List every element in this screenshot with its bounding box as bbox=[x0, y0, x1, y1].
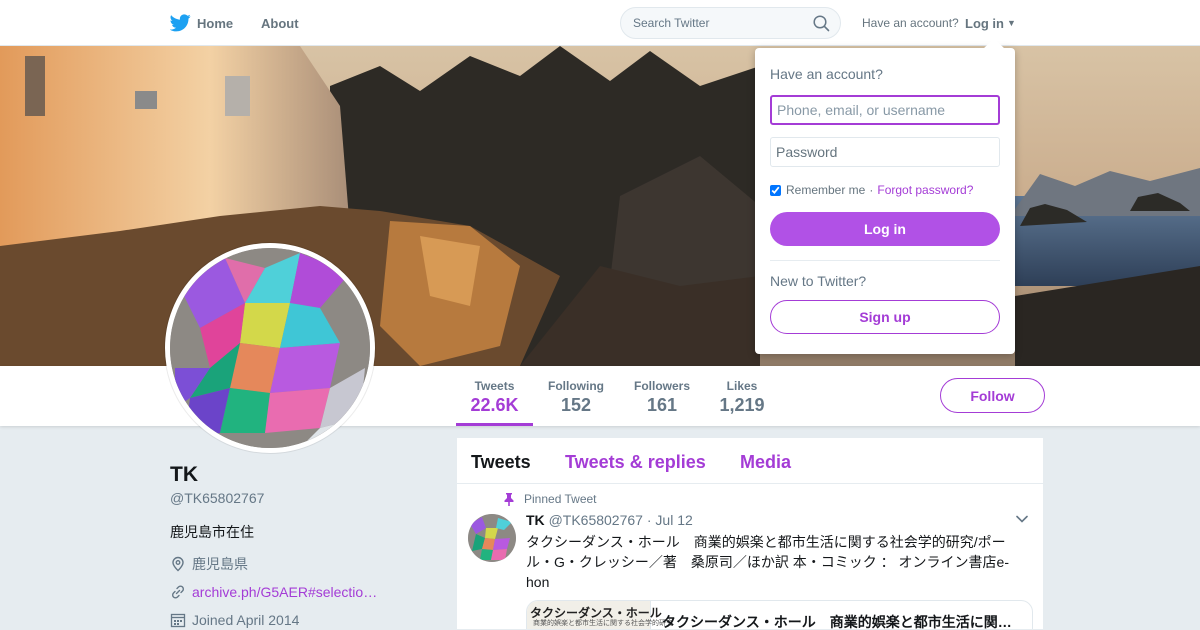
profile-name[interactable]: TK bbox=[170, 463, 198, 487]
profile-handle[interactable]: @TK65802767 bbox=[170, 490, 264, 506]
profile-joined-text: Joined April 2014 bbox=[192, 612, 300, 628]
stat-tweets-label: Tweets bbox=[474, 379, 515, 393]
pinned-text: Pinned Tweet bbox=[524, 492, 597, 506]
nav-about-label: About bbox=[261, 15, 299, 31]
pinned-tweet-label: Pinned Tweet bbox=[504, 492, 597, 506]
stat-following-label: Following bbox=[548, 379, 604, 393]
stat-following-value: 152 bbox=[560, 395, 592, 415]
card-title: タクシーダンス・ホール 商業的娯楽と都市生活に関する社会学的研究 bbox=[662, 614, 1022, 630]
calendar-icon bbox=[170, 613, 186, 628]
login-dropdown-toggle[interactable]: Log in ▼ bbox=[965, 0, 1016, 46]
top-navigation-bar: Home About Have an account? Log in ▼ bbox=[0, 0, 1200, 46]
have-account-text: Have an account? bbox=[862, 16, 959, 30]
login-dropdown: Have an account? Remember me · Forgot pa… bbox=[755, 38, 1015, 354]
stat-following[interactable]: Following 152 bbox=[541, 366, 611, 426]
timeline: Tweets Tweets & replies Media Pinned Twe… bbox=[456, 437, 1044, 630]
remember-me-checkbox[interactable] bbox=[770, 184, 781, 196]
tab-media[interactable]: Media bbox=[740, 452, 791, 473]
tweet-header: TK @TK65802767 · Jul 12 bbox=[526, 512, 693, 528]
tab-tweets-and-replies[interactable]: Tweets & replies bbox=[565, 452, 706, 473]
stat-followers-value: 161 bbox=[646, 395, 678, 415]
caret-down-icon: ▼ bbox=[1007, 18, 1016, 28]
stat-tweets[interactable]: Tweets 22.6K bbox=[456, 366, 533, 426]
nav-home-link[interactable]: Home bbox=[170, 0, 233, 46]
link-icon bbox=[171, 585, 185, 599]
dropdown-title: Have an account? bbox=[770, 66, 883, 82]
username-input[interactable] bbox=[770, 95, 1000, 125]
profile-joined: Joined April 2014 bbox=[170, 610, 299, 630]
search-input[interactable] bbox=[621, 8, 801, 38]
profile-avatar[interactable] bbox=[165, 243, 375, 453]
card-thumbnail: タクシーダンス・ホール 商業的娯楽と都市生活に関する社会学的研究 bbox=[527, 601, 673, 629]
chevron-down-icon[interactable] bbox=[1015, 514, 1029, 524]
stat-followers-label: Followers bbox=[633, 379, 690, 393]
map-pin-icon bbox=[172, 556, 184, 572]
search-icon[interactable] bbox=[813, 15, 830, 32]
tab-tweets[interactable]: Tweets bbox=[471, 452, 531, 473]
twitter-bird-icon bbox=[170, 14, 191, 32]
timeline-tabs: Tweets Tweets & replies Media bbox=[457, 438, 1043, 484]
search-box bbox=[620, 7, 841, 39]
new-to-twitter-text: New to Twitter? bbox=[770, 273, 867, 289]
stat-followers[interactable]: Followers 161 bbox=[626, 366, 698, 426]
tweet-author-avatar[interactable] bbox=[468, 514, 516, 562]
profile-url: archive.ph/G5AER#selection-1309.0-1309.5… bbox=[170, 582, 380, 602]
profile-location: 鹿児島県 bbox=[170, 554, 248, 574]
login-button[interactable]: Log in bbox=[770, 212, 1000, 246]
remember-me-label[interactable]: Remember me bbox=[786, 183, 865, 197]
stat-likes-label: Likes bbox=[726, 379, 758, 393]
stat-tweets-value: 22.6K bbox=[470, 395, 519, 415]
remember-me-row: Remember me · Forgot password? bbox=[770, 183, 973, 197]
profile-location-text: 鹿児島県 bbox=[192, 556, 248, 572]
tweet-date[interactable]: Jul 12 bbox=[655, 512, 692, 528]
link-preview-card[interactable]: タクシーダンス・ホール 商業的娯楽と都市生活に関する社会学的研究 タクシーダンス… bbox=[526, 600, 1033, 630]
password-input[interactable] bbox=[770, 137, 1000, 167]
tweet-avatar-image bbox=[468, 514, 516, 562]
profile-url-link[interactable]: archive.ph/G5AER#selection-1309.0-1309.5… bbox=[192, 584, 380, 600]
tweet-text: タクシーダンス・ホール 商業的娯楽と都市生活に関する社会学的研究/ポール・G・ク… bbox=[526, 534, 1010, 590]
follow-button[interactable]: Follow bbox=[940, 378, 1045, 413]
remember-separator: · bbox=[869, 183, 874, 197]
tweet-author-name[interactable]: TK bbox=[526, 512, 545, 528]
tweet-author-handle[interactable]: @TK65802767 bbox=[549, 512, 643, 528]
login-toggle-label: Log in bbox=[965, 15, 1004, 31]
profile-bio: 鹿児島市在住 bbox=[170, 524, 254, 540]
nav-about-link[interactable]: About bbox=[261, 0, 299, 46]
stat-likes[interactable]: Likes 1,219 bbox=[712, 366, 772, 426]
dropdown-divider bbox=[770, 260, 1000, 261]
stat-likes-value: 1,219 bbox=[719, 395, 765, 415]
signup-button[interactable]: Sign up bbox=[770, 300, 1000, 334]
forgot-password-link[interactable]: Forgot password? bbox=[877, 183, 973, 197]
nav-home-label: Home bbox=[197, 15, 234, 31]
tweet-meta-separator: · bbox=[646, 512, 652, 528]
origami-quilt-avatar-image bbox=[170, 248, 370, 448]
pushpin-icon bbox=[504, 492, 514, 506]
card-thumbnail-subtitle: 商業的娯楽と都市生活に関する社会学的研究 bbox=[533, 620, 673, 627]
